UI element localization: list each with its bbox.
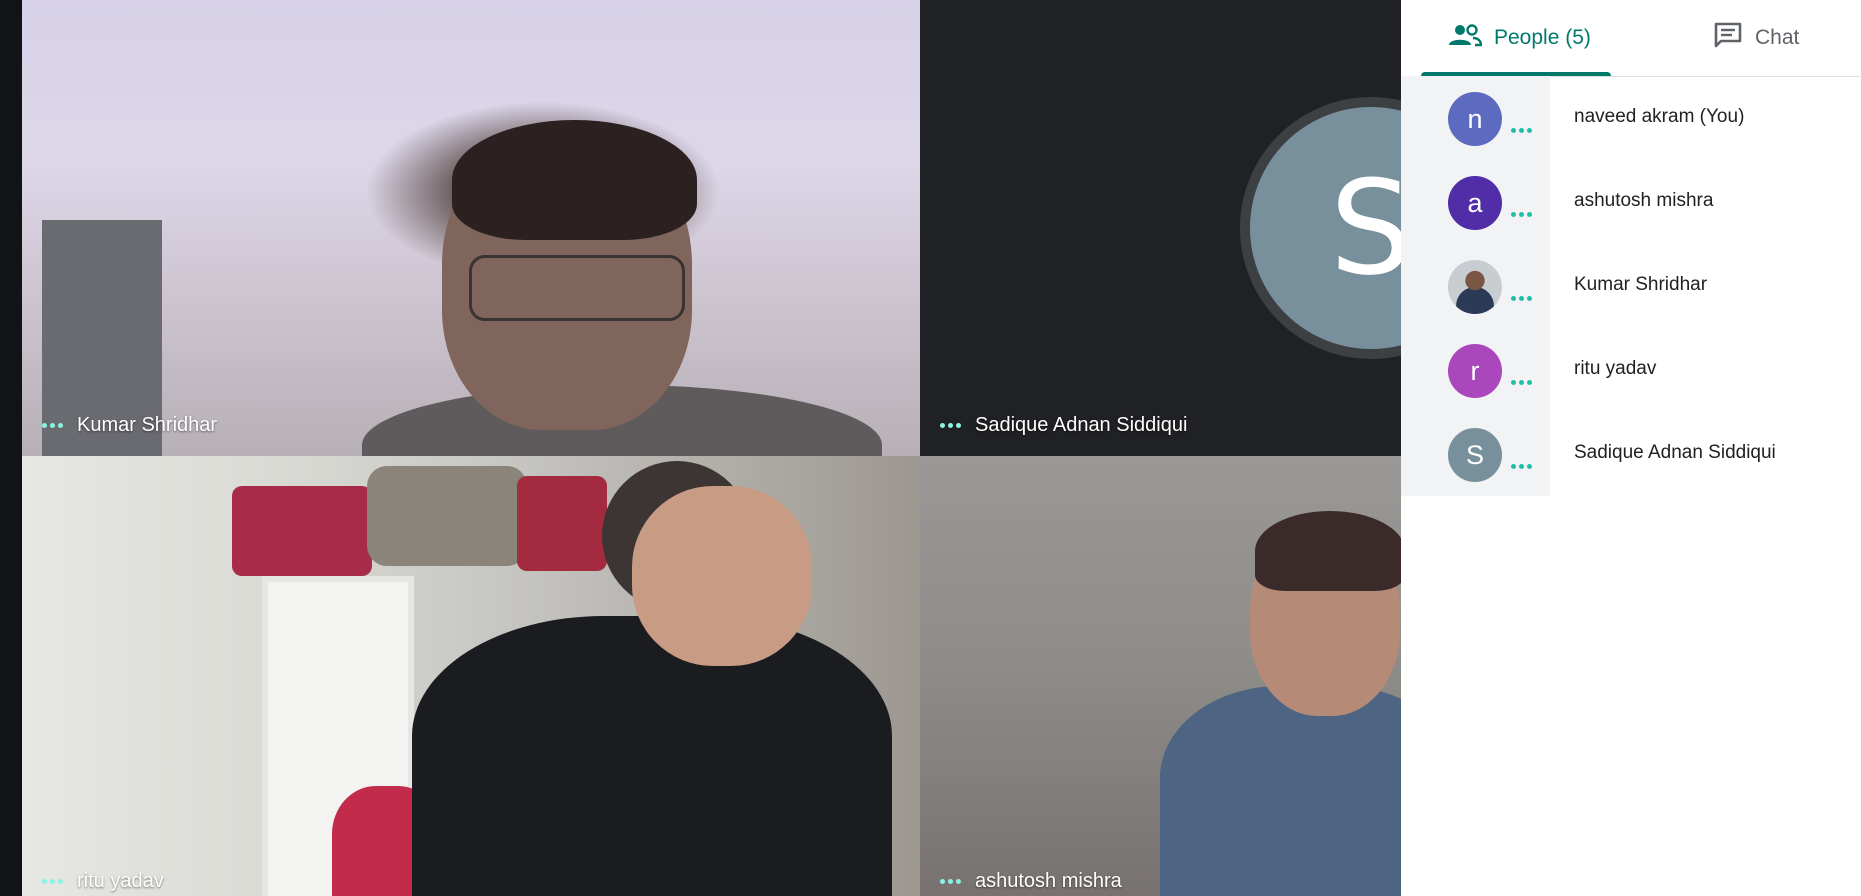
tile-name-label: Sadique Adnan Siddiqui bbox=[940, 414, 1187, 437]
avatar-photo bbox=[1448, 260, 1502, 314]
avatar: r bbox=[1448, 344, 1502, 398]
more-options-icon[interactable] bbox=[42, 879, 63, 884]
activity-icon bbox=[1511, 128, 1532, 133]
side-panel: People (5) Chat n naveed akram (You) a a… bbox=[1401, 0, 1861, 896]
video-tile-ritu[interactable]: ritu yadav bbox=[22, 456, 920, 896]
person-name: naveed akram (You) bbox=[1574, 106, 1745, 127]
participant-glasses bbox=[469, 255, 685, 321]
person-name: Kumar Shridhar bbox=[1574, 274, 1708, 295]
participant-name: ritu yadav bbox=[77, 870, 164, 892]
activity-icon bbox=[1511, 296, 1532, 301]
background-suitcase bbox=[367, 466, 527, 566]
list-item[interactable]: S Sadique Adnan Siddiqui bbox=[1401, 412, 1861, 496]
participant-name: Sadique Adnan Siddiqui bbox=[975, 414, 1188, 436]
list-item[interactable]: n naveed akram (You) bbox=[1401, 76, 1861, 160]
list-item[interactable]: a ashutosh mishra bbox=[1401, 160, 1861, 244]
people-list: n naveed akram (You) a ashutosh mishra K… bbox=[1401, 76, 1861, 496]
tab-chat[interactable]: Chat bbox=[1713, 0, 1799, 76]
tab-people-label: People (5) bbox=[1494, 26, 1591, 49]
avatar-letter: S bbox=[1329, 152, 1413, 304]
left-edge bbox=[0, 0, 22, 896]
panel-tabs: People (5) Chat bbox=[1401, 0, 1861, 77]
participant-name: Kumar Shridhar bbox=[77, 414, 218, 436]
chat-icon bbox=[1713, 21, 1743, 55]
person-name: Sadique Adnan Siddiqui bbox=[1574, 442, 1776, 463]
participant-shirt bbox=[1160, 686, 1401, 896]
tile-name-label: Kumar Shridhar bbox=[42, 414, 217, 437]
avatar: n bbox=[1448, 92, 1502, 146]
participant-shirt bbox=[412, 616, 892, 896]
people-icon bbox=[1448, 23, 1483, 53]
tab-people[interactable]: People (5) bbox=[1448, 0, 1591, 76]
more-options-icon[interactable] bbox=[940, 423, 961, 428]
avatar: S bbox=[1448, 428, 1502, 482]
tile-name-label: ashutosh mishra bbox=[940, 870, 1122, 893]
video-tile-kumar[interactable]: Kumar Shridhar bbox=[22, 0, 920, 456]
video-tile-ashutosh[interactable]: ashutosh mishra bbox=[920, 456, 1401, 896]
more-options-icon[interactable] bbox=[42, 423, 63, 428]
background-suitcase bbox=[517, 476, 607, 571]
tab-chat-label: Chat bbox=[1755, 26, 1800, 49]
participant-hair bbox=[452, 120, 697, 240]
list-item[interactable]: r ritu yadav bbox=[1401, 328, 1861, 412]
more-options-icon[interactable] bbox=[940, 879, 961, 884]
person-name: ritu yadav bbox=[1574, 358, 1657, 379]
tile-name-label: ritu yadav bbox=[42, 870, 164, 893]
activity-icon bbox=[1511, 380, 1532, 385]
participant-name: ashutosh mishra bbox=[975, 870, 1122, 892]
participant-face bbox=[632, 486, 812, 666]
avatar: a bbox=[1448, 176, 1502, 230]
person-name: ashutosh mishra bbox=[1574, 190, 1714, 211]
activity-icon bbox=[1511, 464, 1532, 469]
activity-icon bbox=[1511, 212, 1532, 217]
participant-hair bbox=[1255, 511, 1401, 591]
background-suitcase bbox=[232, 486, 372, 576]
list-item[interactable]: Kumar Shridhar bbox=[1401, 244, 1861, 328]
